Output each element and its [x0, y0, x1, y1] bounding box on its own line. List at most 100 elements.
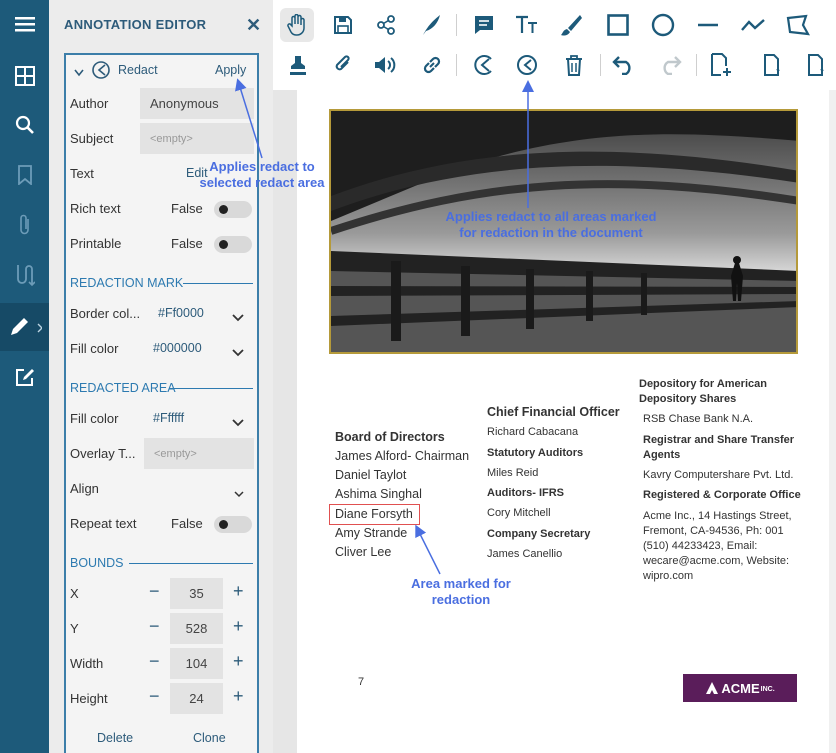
undo-icon[interactable] [607, 48, 641, 82]
height-decrement-button[interactable]: − [149, 686, 160, 707]
toolbar-separator [456, 54, 457, 76]
repeat-text-value: False [171, 516, 203, 531]
attachment-icon[interactable] [0, 201, 49, 249]
subject-field[interactable]: <empty> [140, 123, 254, 154]
mark-fill-chevron-icon[interactable] [232, 344, 244, 362]
ink-feather-icon[interactable] [414, 8, 448, 42]
width-input[interactable]: 104 [170, 648, 223, 679]
section-divider [169, 388, 253, 389]
rich-text-toggle[interactable] [214, 201, 252, 218]
thumbnails-grid-icon[interactable] [0, 52, 49, 100]
redact-icon[interactable] [467, 48, 501, 82]
apply-all-redactions-icon[interactable] [510, 48, 544, 82]
redacted-area-header: REDACTED AREA [70, 381, 176, 395]
repeat-text-label: Repeat text [70, 516, 137, 531]
left-nav [0, 0, 49, 753]
office-heading: Registered & Corporate Office [643, 489, 801, 501]
toolbar-separator [456, 14, 457, 36]
mark-fill-color-label: Fill color [70, 341, 119, 356]
depository-heading-2: Depository Shares [639, 393, 737, 405]
stamp-icon[interactable] [281, 48, 315, 82]
delete-button[interactable]: Delete [97, 731, 133, 745]
x-input[interactable]: 35 [170, 578, 223, 609]
comment-icon[interactable] [467, 8, 501, 42]
circle-shape-icon[interactable] [646, 8, 680, 42]
file-attachment-icon[interactable] [326, 48, 360, 82]
align-chevron-icon[interactable] [234, 485, 244, 503]
y-decrement-button[interactable]: − [149, 616, 160, 637]
polyline-shape-icon[interactable] [736, 8, 770, 42]
registrar-name: Kavry Computershare Pvt. Ltd. [643, 469, 794, 481]
scrollbar[interactable] [829, 90, 836, 753]
link-icon[interactable] [415, 48, 449, 82]
logo-suffix: INC. [760, 686, 775, 693]
y-increment-button[interactable]: + [233, 616, 244, 637]
toolbar-separator [600, 54, 601, 76]
form-edit-icon[interactable] [0, 353, 49, 401]
office-address: Fremont, CA-94536, Ph: 001 [643, 525, 784, 537]
area-fill-chevron-icon[interactable] [232, 414, 244, 432]
board-heading: Board of Directors [335, 430, 445, 444]
repeat-text-toggle[interactable] [214, 516, 252, 533]
board-member: Cliver Lee [335, 545, 392, 559]
printable-label: Printable [70, 236, 122, 251]
area-fill-color-value[interactable]: #Ffffff [153, 411, 184, 425]
registrar-heading: Registrar and Share Transfer [643, 434, 795, 446]
sound-icon[interactable] [369, 48, 403, 82]
height-increment-button[interactable]: + [233, 686, 244, 707]
y-label: Y [70, 621, 79, 636]
subject-label: Subject [70, 131, 114, 146]
bookmark-icon[interactable] [0, 151, 49, 199]
board-member: Daniel Taylot [335, 468, 407, 482]
board-member: Amy Strande [335, 526, 408, 540]
y-input[interactable]: 528 [170, 613, 223, 644]
text-label: Text [70, 166, 94, 181]
x-increment-button[interactable]: + [233, 581, 244, 602]
clone-button[interactable]: Clone [193, 731, 226, 745]
chevron-down-icon[interactable] [74, 64, 84, 82]
height-input[interactable]: 24 [170, 683, 223, 714]
border-color-value[interactable]: #Ff0000 [158, 306, 204, 320]
share-icon[interactable] [369, 8, 403, 42]
polygon-shape-icon[interactable] [781, 8, 815, 42]
signature-icon[interactable] [0, 251, 49, 299]
office-address: Acme Inc., 14 Hastings Street, [643, 510, 792, 522]
add-page-icon[interactable] [704, 48, 738, 82]
rectangle-shape-icon[interactable] [601, 8, 635, 42]
close-icon[interactable]: ✕ [246, 15, 261, 36]
width-increment-button[interactable]: + [233, 651, 244, 672]
save-icon[interactable] [326, 8, 360, 42]
border-color-chevron-icon[interactable] [232, 309, 244, 327]
annotation-pen-icon[interactable] [0, 303, 49, 351]
align-label: Align [70, 481, 99, 496]
statutory-heading: Statutory Auditors [487, 447, 584, 459]
page-icon[interactable] [755, 48, 789, 82]
board-member: Ashima Singhal [335, 487, 422, 501]
x-decrement-button[interactable]: − [149, 581, 160, 602]
rich-text-label: Rich text [70, 201, 121, 216]
line-shape-icon[interactable] [691, 8, 725, 42]
area-callout: Area marked for redaction [411, 576, 511, 607]
annotation-toolbar [273, 0, 836, 90]
statutory-name: Miles Reid [487, 467, 539, 479]
section-divider [129, 563, 253, 564]
search-icon[interactable] [0, 101, 49, 149]
apply-callout: Applies redact to selected redact area [199, 159, 325, 190]
section-divider [183, 283, 253, 284]
redaction-mark-box[interactable] [329, 504, 420, 525]
pan-hand-icon[interactable] [280, 8, 314, 42]
apply-button[interactable]: Apply [215, 63, 246, 77]
redo-icon[interactable] [653, 48, 687, 82]
mark-fill-color-value[interactable]: #000000 [153, 341, 202, 355]
page-icon-2[interactable] [799, 48, 833, 82]
text-size-icon[interactable] [510, 8, 544, 42]
brush-icon[interactable] [554, 8, 588, 42]
width-decrement-button[interactable]: − [149, 651, 160, 672]
overlay-text-field[interactable]: <empty> [144, 438, 254, 469]
bounds-header: BOUNDS [70, 556, 124, 570]
delete-trash-icon[interactable] [557, 48, 591, 82]
hamburger-menu-icon[interactable] [0, 0, 49, 48]
author-field[interactable]: Anonymous [140, 88, 254, 119]
office-address: wecare@acme.com, Website: [643, 555, 790, 567]
printable-toggle[interactable] [214, 236, 252, 253]
